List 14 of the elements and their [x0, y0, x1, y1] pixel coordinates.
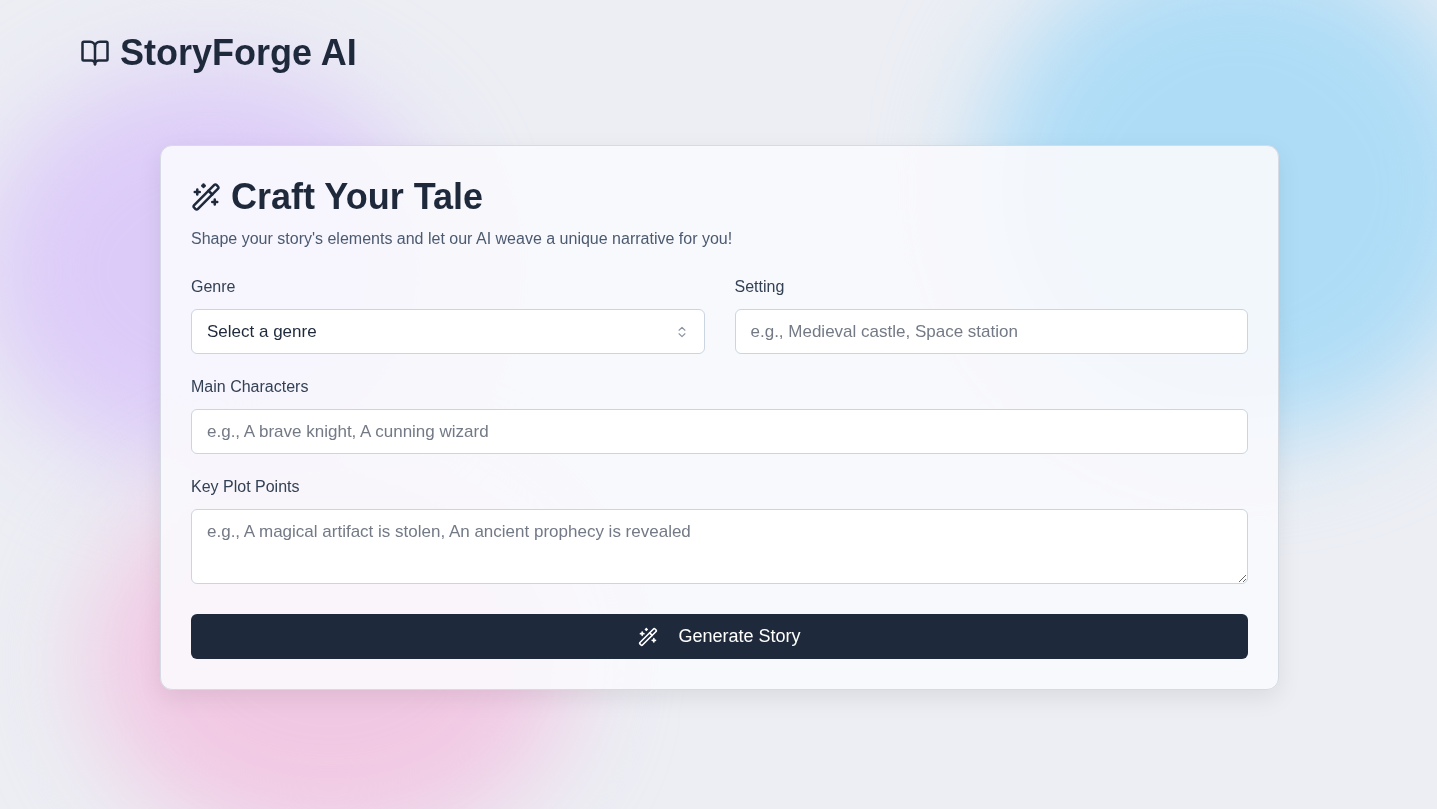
field-label: Genre — [191, 278, 237, 296]
input-field[interactable]: e.g., Medieval castle, Space station — [734, 309, 1248, 354]
generate-story-button[interactable]: Generate Story — [191, 614, 1248, 659]
form-subtitle: Shape your story's elements and let our AI weave a unique narrative for you! — [191, 230, 734, 248]
magic-wand-icon — [638, 626, 659, 647]
magic-wand-icon — [191, 182, 221, 212]
text-area[interactable]: e.g., A magical artifact is stolen, An ancient prophecy is revealed — [191, 509, 1248, 584]
app-title: StoryForge AI — [120, 31, 357, 74]
form-title: Craft Your Tale — [231, 176, 484, 218]
genre-select[interactable]: Select a genre — [191, 309, 705, 354]
field-label: Key Plot Points — [191, 478, 301, 496]
field-label: Setting — [734, 278, 786, 296]
input-field[interactable]: e.g., A brave knight, A cunning wizard — [191, 409, 1248, 454]
field-label: Main Characters — [191, 378, 310, 396]
